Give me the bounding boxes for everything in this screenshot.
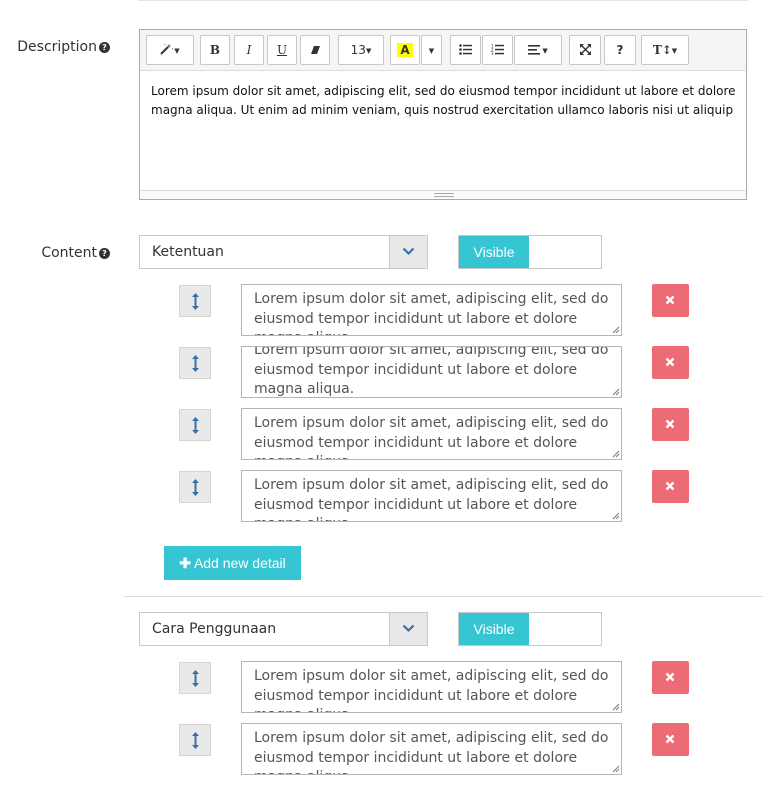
detail-text: Lorem ipsum dolor sit amet, adipiscing e… (254, 415, 609, 459)
color-dropdown-button[interactable]: ▼ (421, 35, 442, 65)
drag-handle[interactable] (179, 724, 211, 756)
detail-text: Lorem ipsum dolor sit amet, adipiscing e… (254, 346, 609, 397)
resize-corner-icon (612, 450, 620, 458)
vertical-arrows-icon (192, 479, 199, 496)
chevron-down-icon (402, 247, 415, 256)
vertical-arrows-icon (192, 355, 199, 372)
chevron-down-icon: ▼ (428, 47, 435, 55)
vertical-arrows-icon (192, 732, 199, 749)
clear-format-button[interactable] (300, 35, 330, 65)
plus-icon: ✚ (179, 555, 191, 571)
resize-corner-icon (612, 388, 620, 396)
add-new-detail-label: Add new detail (193, 555, 286, 571)
delete-button[interactable] (652, 408, 689, 441)
close-icon (665, 357, 675, 367)
detail-textarea[interactable]: Lorem ipsum dolor sit amet, adipiscing e… (241, 723, 622, 775)
paragraph-align-button[interactable]: ▼ (514, 35, 562, 65)
select-arrow[interactable] (389, 613, 427, 645)
detail-textarea[interactable]: Lorem ipsum dolor sit amet, adipiscing e… (241, 346, 622, 398)
underline-button[interactable]: U (267, 35, 297, 65)
close-icon (665, 481, 675, 491)
close-icon (665, 295, 675, 305)
drag-handle[interactable] (179, 662, 211, 694)
description-label: Description? (0, 39, 110, 55)
delete-button[interactable] (652, 661, 689, 694)
drag-handle[interactable] (179, 347, 211, 379)
question-circle-icon: ? (99, 42, 110, 53)
editor-toolbar: ▼ B I U 13▼ A ▼ 123 ▼ ? T↕▼ (140, 30, 746, 71)
resize-corner-icon (612, 765, 620, 773)
question-circle-icon: ? (99, 248, 110, 259)
drag-handle[interactable] (179, 285, 211, 317)
delete-button[interactable] (652, 470, 689, 503)
align-icon (528, 45, 541, 55)
content-label: Content? (0, 245, 110, 261)
drag-handle[interactable] (179, 409, 211, 441)
content-type-select[interactable]: Ketentuan (139, 235, 428, 269)
visibility-toggle[interactable]: Visible (458, 235, 602, 269)
ordered-list-button[interactable]: 123 (482, 35, 513, 65)
help-button[interactable]: ? (604, 35, 636, 65)
line-height-button[interactable]: T↕▼ (641, 35, 689, 65)
unordered-list-icon (459, 44, 472, 55)
detail-text: Lorem ipsum dolor sit amet, adipiscing e… (254, 668, 609, 712)
detail-text: Lorem ipsum dolor sit amet, adipiscing e… (254, 291, 609, 335)
fullscreen-icon (579, 44, 591, 55)
section-divider (124, 596, 763, 597)
font-size-button[interactable]: 13▼ (338, 35, 384, 65)
top-divider (138, 0, 748, 1)
text-color-button[interactable]: A (390, 35, 420, 65)
chevron-down-icon (402, 624, 415, 633)
description-editor: ▼ B I U 13▼ A ▼ 123 ▼ ? T↕▼ Lorem ipsum … (139, 29, 747, 200)
close-icon (665, 672, 675, 682)
visibility-toggle[interactable]: Visible (458, 612, 602, 646)
close-icon (665, 419, 675, 429)
delete-button[interactable] (652, 346, 689, 379)
vertical-arrows-icon (192, 293, 199, 310)
vertical-arrows-icon (192, 670, 199, 687)
delete-button[interactable] (652, 723, 689, 756)
editor-resize-handle[interactable] (140, 190, 746, 199)
resize-corner-icon (612, 326, 620, 334)
close-icon (665, 734, 675, 744)
eraser-icon (310, 46, 320, 54)
color-letter: A (397, 43, 413, 57)
ordered-list-icon: 123 (491, 44, 504, 56)
resize-corner-icon (612, 512, 620, 520)
delete-button[interactable] (652, 284, 689, 317)
bold-button[interactable]: B (200, 35, 230, 65)
visible-label: Visible (459, 236, 529, 268)
magic-wand-icon (160, 43, 174, 55)
editor-content[interactable]: Lorem ipsum dolor sit amet, adipiscing e… (151, 82, 739, 119)
svg-text:3: 3 (491, 51, 494, 55)
resize-grip-icon (434, 193, 454, 197)
detail-textarea[interactable]: Lorem ipsum dolor sit amet, adipiscing e… (241, 284, 622, 336)
unordered-list-button[interactable] (450, 35, 481, 65)
detail-text: Lorem ipsum dolor sit amet, adipiscing e… (254, 477, 609, 521)
style-button[interactable]: ▼ (146, 35, 194, 65)
detail-textarea[interactable]: Lorem ipsum dolor sit amet, adipiscing e… (241, 661, 622, 713)
text-height-icon: T↕ (652, 43, 672, 57)
select-value: Ketentuan (152, 244, 224, 260)
add-new-detail-button[interactable]: ✚ Add new detail (164, 546, 301, 580)
detail-text: Lorem ipsum dolor sit amet, adipiscing e… (254, 730, 609, 774)
content-label-text: Content (41, 245, 97, 261)
italic-button[interactable]: I (234, 35, 264, 65)
select-value: Cara Penggunaan (152, 621, 277, 637)
detail-textarea[interactable]: Lorem ipsum dolor sit amet, adipiscing e… (241, 470, 622, 522)
fullscreen-button[interactable] (569, 35, 601, 65)
content-type-select[interactable]: Cara Penggunaan (139, 612, 428, 646)
drag-handle[interactable] (179, 471, 211, 503)
vertical-arrows-icon (192, 417, 199, 434)
resize-corner-icon (612, 703, 620, 711)
detail-textarea[interactable]: Lorem ipsum dolor sit amet, adipiscing e… (241, 408, 622, 460)
description-label-text: Description (17, 39, 97, 55)
select-arrow[interactable] (389, 236, 427, 268)
visible-label: Visible (459, 613, 529, 645)
font-size-value: 13 (350, 43, 366, 57)
